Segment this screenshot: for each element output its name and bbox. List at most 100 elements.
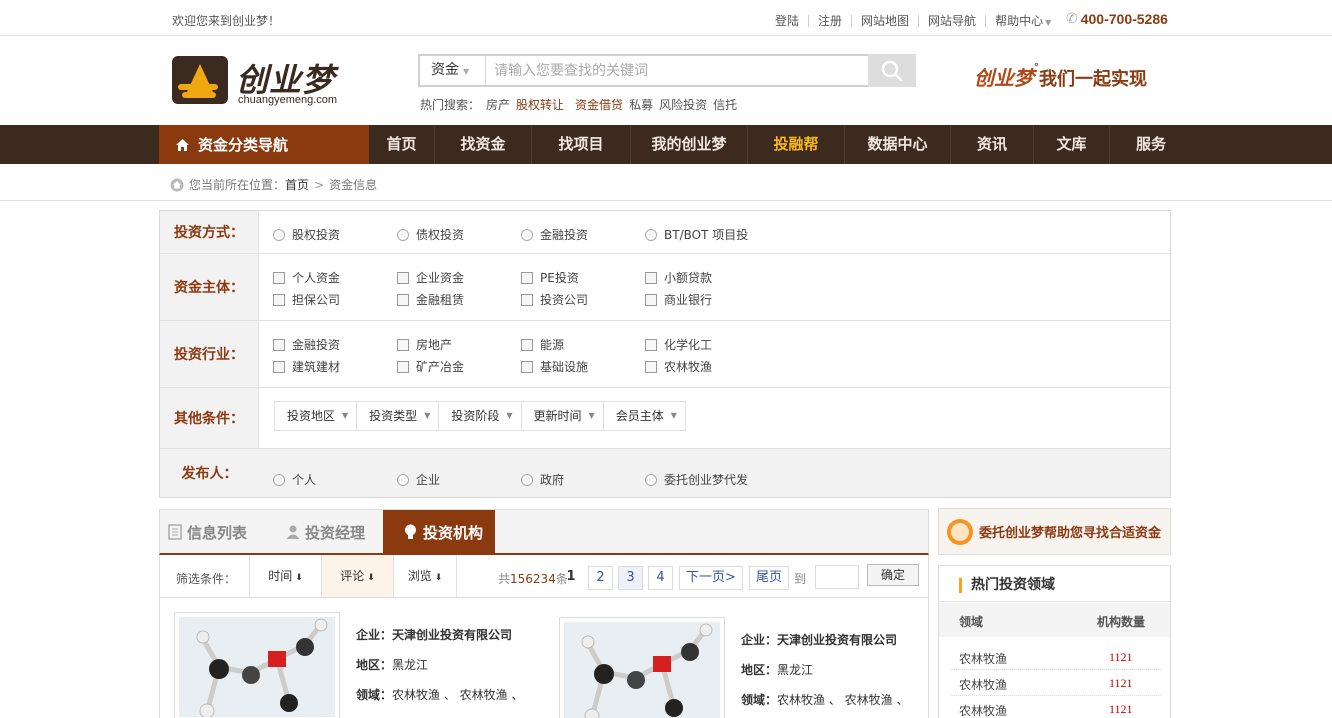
region-value: 黑龙江 [777,663,814,677]
filter-label: 其他条件： [160,388,259,448]
logo-icon[interactable] [172,56,228,104]
hot-term[interactable]: 股权转让 [516,96,564,113]
hot-field-row[interactable]: 农林牧渔 1121 [951,670,1161,696]
sort-by-time-button[interactable]: 时间 ⬇ [249,555,321,597]
subject-option[interactable]: PE投资 [521,269,579,286]
chevron-down-icon: ▼ [424,411,431,420]
entrust-banner[interactable]: 委托创业梦帮助您寻找合适资金 [938,508,1171,555]
last-page-button[interactable]: 尾页 [749,566,789,590]
arrow-down-icon: ⬇ [367,573,375,583]
industry-option[interactable]: 金融投资 [273,336,340,353]
nav-item-find-projects[interactable]: 找项目 [532,125,631,164]
site-nav-link[interactable]: 网站导航 [919,12,985,29]
company-name[interactable]: 天津创业投资有限公司 [392,628,512,642]
search-button[interactable] [868,54,916,87]
sort-by-comments-button[interactable]: 评论 ⬇ [321,555,393,597]
page-1[interactable]: 1 [562,566,580,590]
checkbox-icon [645,293,657,306]
tab-investment-institution[interactable]: 投资机构 [383,510,495,554]
subject-option[interactable]: 个人资金 [273,269,340,286]
update-time-dropdown[interactable]: 更新时间 ▼ [521,402,604,430]
sort-by-views-button[interactable]: 浏览 ⬇ [393,555,457,597]
goto-label: 到 [794,572,807,586]
hot-search-label: 热门搜索： [420,98,481,112]
method-option[interactable]: BT/BOT 项目投 [645,226,748,243]
confirm-button[interactable]: 确定 [867,564,919,586]
chevron-down-icon: ▼ [342,411,349,420]
breadcrumb-home[interactable]: 首页 [285,176,309,193]
tab-info-list[interactable]: 信息列表 [168,510,268,554]
industry-option[interactable]: 房地产 [397,336,452,353]
document-icon [168,524,182,540]
help-center-link[interactable]: 帮助中心 ▼ [986,12,1060,29]
hot-term[interactable]: 信托 [713,96,737,113]
search-bar: 资金 ▼ [418,54,916,87]
nav-item-find-funds[interactable]: 找资金 [435,125,532,164]
subject-option[interactable]: 金融租赁 [397,291,464,308]
page-4[interactable]: 4 [648,566,673,590]
hot-term[interactable]: 私募 [629,96,653,113]
hot-term[interactable]: 风险投资 [659,96,707,113]
goto-page-input[interactable] [815,565,859,589]
checkbox-icon [273,338,285,351]
nav-item-services[interactable]: 服务 [1110,125,1192,164]
login-link[interactable]: 登陆 [766,12,808,29]
home-icon [170,178,184,191]
method-option[interactable]: 股权投资 [273,226,340,243]
region-dropdown[interactable]: 投资地区 ▼ [275,402,358,430]
method-option[interactable]: 债权投资 [397,226,464,243]
category-nav-button[interactable]: 资金分类导航 [159,125,369,164]
chevron-down-icon: ▼ [1045,18,1052,27]
stage-dropdown[interactable]: 投资阶段 ▼ [439,402,522,430]
subject-option[interactable]: 担保公司 [273,291,340,308]
hot-term[interactable]: 资金借贷 [575,96,623,113]
next-page-button[interactable]: 下一页> [679,566,743,590]
type-dropdown[interactable]: 投资类型 ▼ [357,402,440,430]
sitemap-link[interactable]: 网站地图 [852,12,918,29]
page-3[interactable]: 3 [618,566,643,590]
tab-investment-manager[interactable]: 投资经理 [286,510,386,554]
nav-item-data-center[interactable]: 数据中心 [845,125,951,164]
industry-option[interactable]: 化学化工 [645,336,712,353]
industry-option[interactable]: 矿产冶金 [397,358,464,375]
page-2[interactable]: 2 [588,566,613,590]
home-icon [176,138,189,151]
member-subject-dropdown[interactable]: 会员主体 ▼ [603,402,685,430]
checkbox-icon [521,360,533,373]
subject-option[interactable]: 小额贷款 [645,269,712,286]
filter-row-industry: 投资行业： 金融投资 房地产 能源 化学化工 建筑建材 矿产冶金 基础设施 农林… [160,321,1170,388]
hot-field-row[interactable]: 农林牧渔 1121 [951,696,1161,718]
publisher-option[interactable]: 委托创业梦代发 [645,471,748,488]
subject-option[interactable]: 商业银行 [645,291,712,308]
institution-image[interactable] [174,612,340,718]
nav-item-my-dream[interactable]: 我的创业梦 [631,125,748,164]
nav-item-library[interactable]: 文库 [1034,125,1110,164]
subject-option[interactable]: 投资公司 [521,291,588,308]
industry-option[interactable]: 建筑建材 [273,358,340,375]
industry-option[interactable]: 能源 [521,336,564,353]
register-link[interactable]: 注册 [809,12,851,29]
nav-item-news[interactable]: 资讯 [951,125,1034,164]
nav-item-invest-help[interactable]: 投融帮 [748,125,845,164]
search-input[interactable] [486,56,868,85]
company-name[interactable]: 天津创业投资有限公司 [777,633,897,647]
publisher-option[interactable]: 企业 [397,471,440,488]
checkbox-icon [397,360,409,373]
industry-option[interactable]: 农林牧渔 [645,358,712,375]
chevron-down-icon: ▼ [588,411,595,420]
region-value: 黑龙江 [392,658,429,672]
breadcrumb: 您当前所在位置： 首页 > 资金信息 [170,176,377,193]
hot-field-row[interactable]: 农林牧渔 1121 [951,644,1161,670]
publisher-option[interactable]: 个人 [273,471,316,488]
industry-option[interactable]: 基础设施 [521,358,588,375]
subject-option[interactable]: 企业资金 [397,269,464,286]
search-type-select[interactable]: 资金 ▼ [420,56,486,85]
publisher-option[interactable]: 政府 [521,471,564,488]
checkbox-icon [397,338,409,351]
radio-icon [645,228,657,241]
nav-item-home[interactable]: 首页 [369,125,435,164]
method-option[interactable]: 金融投资 [521,226,588,243]
logo-domain: chuangyemeng.com [238,94,338,106]
institution-image[interactable] [559,617,725,718]
hot-term[interactable]: 房产 [486,96,510,113]
